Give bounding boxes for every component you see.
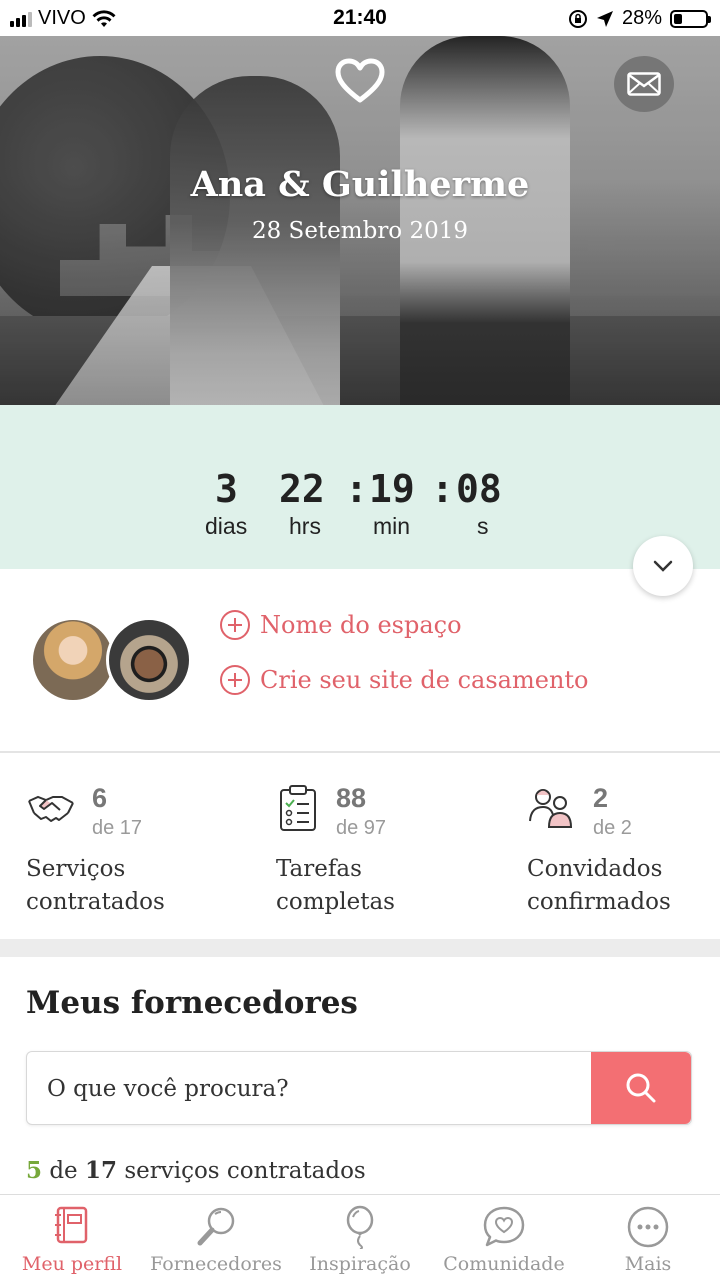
planner-icon [55, 1206, 88, 1244]
tab-mais[interactable]: Mais [576, 1195, 720, 1281]
search-button[interactable] [591, 1052, 691, 1124]
chat-heart-icon [483, 1206, 525, 1247]
avatar-bride[interactable] [30, 617, 116, 703]
tab-label: Inspiração [309, 1253, 411, 1275]
stat-guests-label: Convidados confirmados [527, 856, 671, 915]
countdown-panel: 3 22 : 19 : 08 dias hrs min s [0, 405, 720, 569]
stat-tasks-total: de 97 [336, 817, 387, 839]
rotation-lock-icon [568, 9, 587, 28]
add-venue-label: Nome do espaço [260, 611, 462, 639]
stat-services-total: de 17 [92, 817, 143, 839]
profile-section: Nome do espaço Crie seu site de casament… [0, 570, 720, 750]
envelope-icon [627, 72, 661, 96]
countdown-seconds-label: s [477, 513, 489, 539]
status-bar: VIVO 21:40 28% [0, 0, 720, 36]
countdown-days: 3 [215, 467, 238, 511]
handshake-icon [28, 795, 74, 822]
hired-total: 17 [84, 1157, 117, 1184]
add-venue-link[interactable]: Nome do espaço [220, 610, 462, 640]
location-arrow-icon [596, 10, 613, 27]
more-dots-icon [627, 1206, 669, 1248]
stat-tasks-label: Tarefas completas [276, 856, 395, 915]
tab-label: Meu perfil [21, 1253, 123, 1275]
stat-services-label: Serviços contratados [26, 856, 165, 915]
couple-name: Ana & Guilherme [190, 164, 530, 205]
stat-guests-count: 2 [593, 783, 609, 813]
messages-button[interactable] [614, 56, 674, 112]
tab-label: Comunidade [443, 1253, 565, 1275]
hired-services-summary: 5 de 17 serviços contratados [26, 1157, 366, 1184]
stat-guests-total: de 2 [593, 817, 632, 839]
section-separator [0, 939, 720, 957]
countdown-seconds: 08 [456, 467, 502, 511]
avatar-groom[interactable] [106, 617, 192, 703]
vendors-section: Meus fornecedores 5 de 17 serviços contr… [0, 957, 720, 1197]
countdown-hours-label: hrs [289, 513, 321, 539]
clipboard-checklist-icon [280, 785, 316, 831]
hero-photo: Ana & Guilherme 28 Setembro 2019 [0, 36, 720, 446]
vendors-title: Meus fornecedores [26, 985, 358, 1021]
stat-guests[interactable]: 2 de 2 Convidados confirmados [527, 753, 720, 939]
tab-label: Mais [624, 1253, 672, 1275]
plus-circle-icon [220, 665, 250, 695]
countdown-hours: 22 [279, 467, 325, 511]
tab-fornecedores[interactable]: Fornecedores [144, 1195, 288, 1281]
battery-percent: 28% [621, 7, 662, 29]
create-website-link[interactable]: Crie seu site de casamento [220, 665, 589, 695]
plus-circle-icon [220, 610, 250, 640]
create-website-label: Crie seu site de casamento [260, 666, 589, 694]
guests-icon [529, 789, 573, 828]
search-icon [626, 1073, 656, 1103]
tab-label: Fornecedores [150, 1253, 282, 1275]
countdown-minutes: 19 [369, 467, 415, 511]
tab-meu-perfil[interactable]: Meu perfil [0, 1195, 144, 1281]
bottom-tab-bar: Meu perfil Fornecedores Inspiração Comun… [0, 1194, 720, 1281]
stats-row: 6 de 17 Serviços contratados 88 de 97 Ta… [0, 753, 720, 939]
chevron-down-icon [653, 560, 673, 572]
stat-tasks[interactable]: 88 de 97 Tarefas completas [276, 753, 516, 939]
stat-services[interactable]: 6 de 17 Serviços contratados [26, 753, 266, 939]
hired-count: 5 [26, 1157, 43, 1184]
balloon-icon [346, 1205, 374, 1249]
countdown-minutes-label: min [373, 513, 411, 539]
expand-button[interactable] [633, 536, 693, 596]
battery-icon [670, 9, 711, 28]
countdown-days-label: dias [205, 513, 248, 539]
vendor-search-box [26, 1051, 692, 1125]
tab-inspiracao[interactable]: Inspiração [288, 1195, 432, 1281]
vendor-search-input[interactable] [45, 1070, 589, 1108]
heart-logo-icon [335, 58, 385, 103]
stat-tasks-count: 88 [336, 783, 367, 813]
tab-comunidade[interactable]: Comunidade [432, 1195, 576, 1281]
wedding-date: 28 Setembro 2019 [251, 218, 469, 244]
magnifier-icon [197, 1207, 235, 1246]
stat-services-count: 6 [92, 783, 108, 813]
